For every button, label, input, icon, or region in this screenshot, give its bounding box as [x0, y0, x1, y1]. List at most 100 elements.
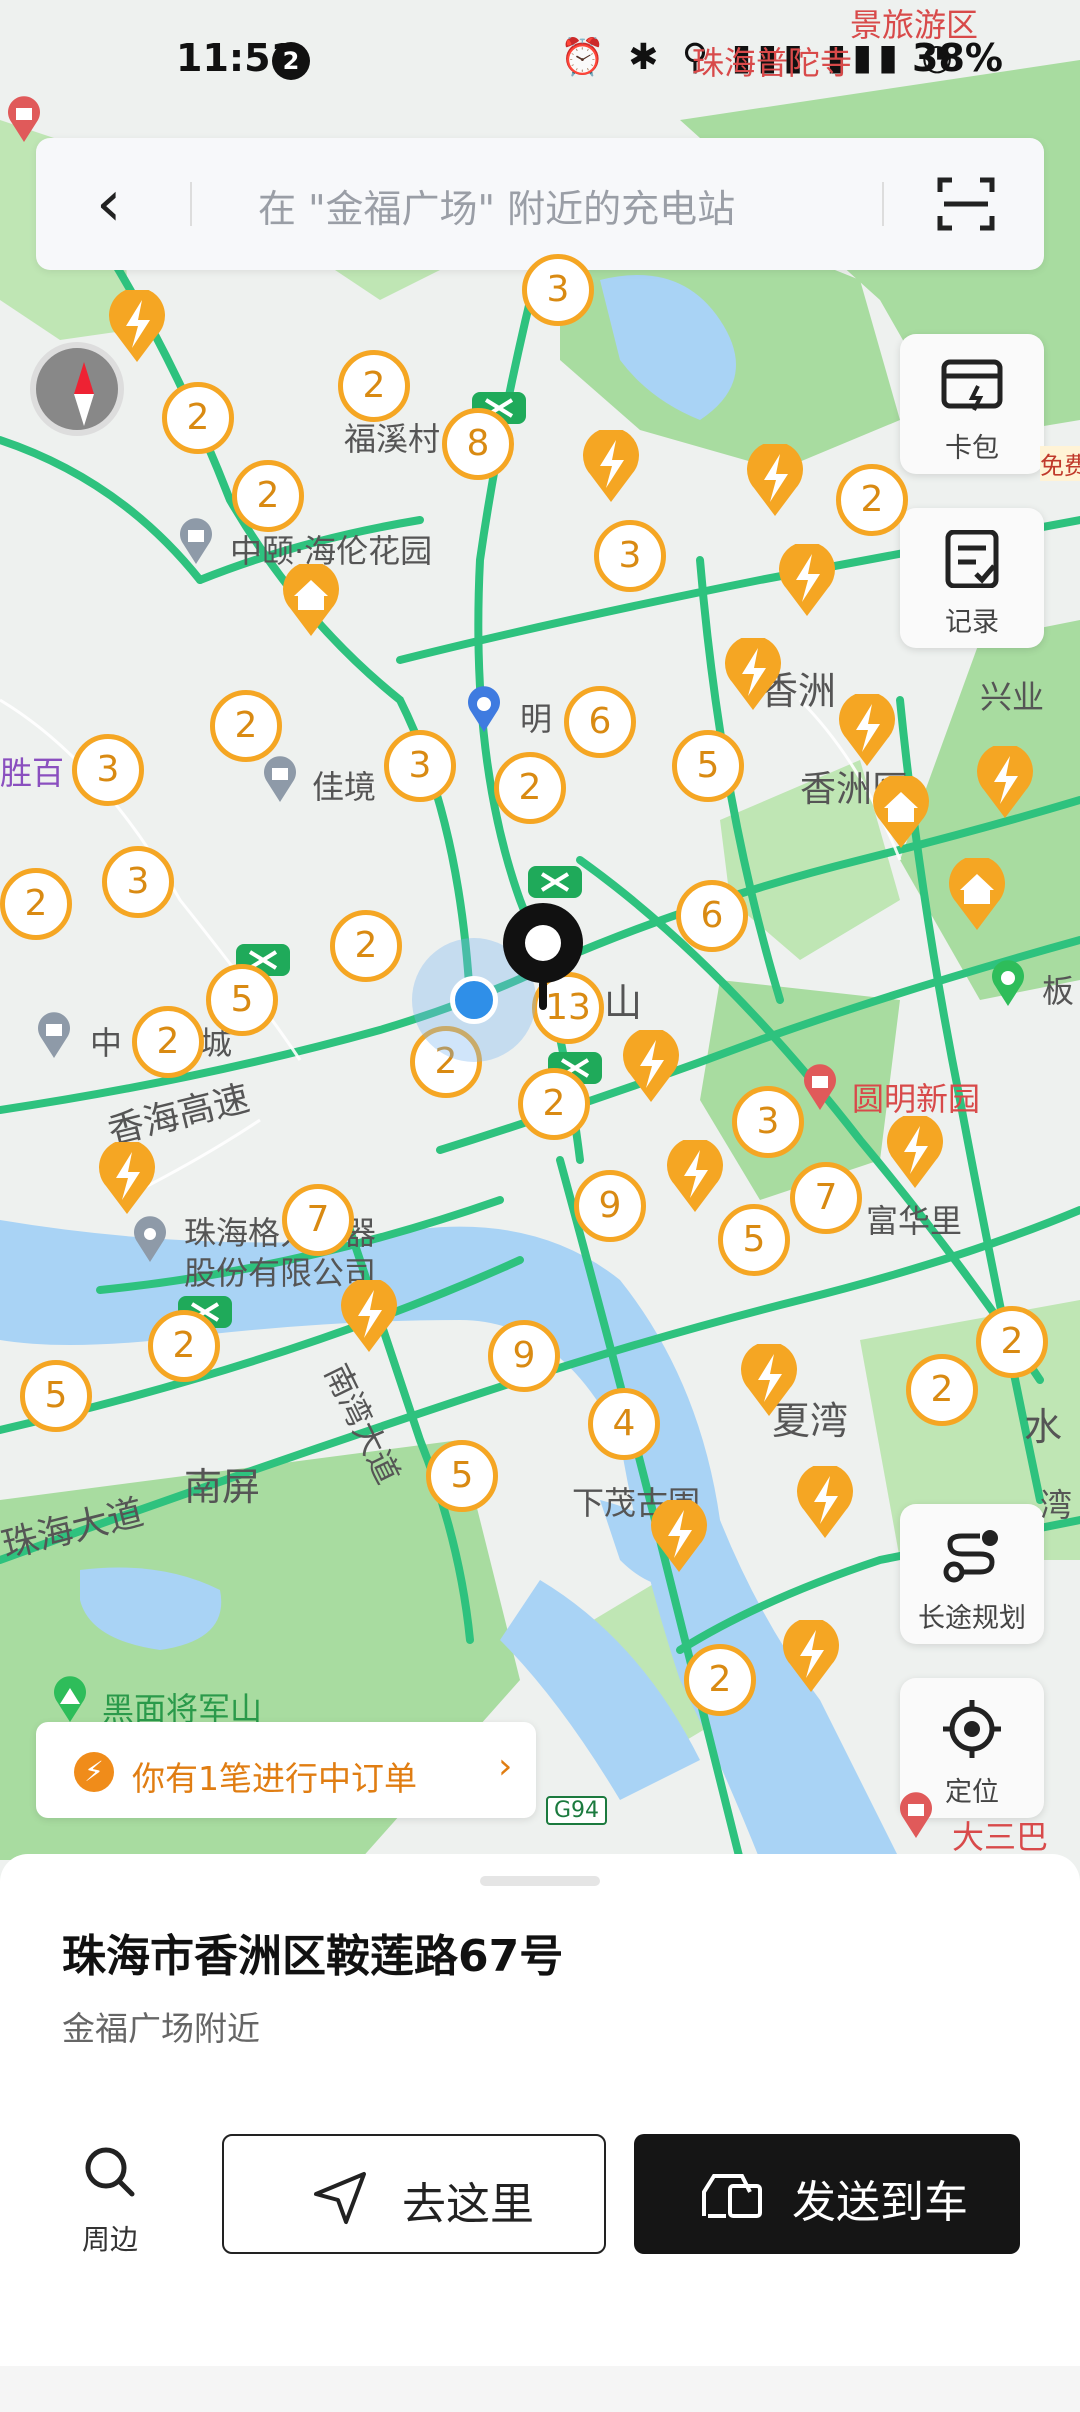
scenic-pin-icon: [7, 96, 40, 142]
charger-cluster[interactable]: 3: [384, 730, 456, 802]
navigation-bar-area: [0, 2366, 1080, 2412]
nearby-button[interactable]: 周边: [70, 2144, 150, 2258]
charging-station-icon[interactable]: [580, 430, 642, 504]
selected-location-pin-icon[interactable]: [498, 898, 588, 1018]
place-label: 明: [520, 700, 553, 738]
home-charger-icon[interactable]: [946, 858, 1008, 932]
charger-cluster[interactable]: 7: [790, 1162, 862, 1234]
search-divider-right: [882, 182, 884, 226]
place-label: 中: [90, 1024, 123, 1062]
send-to-car-label: 发送到车: [792, 2177, 968, 2228]
charger-cluster[interactable]: 3: [732, 1086, 804, 1158]
charging-station-icon[interactable]: [794, 1466, 856, 1540]
back-arrow-icon[interactable]: ‹: [96, 162, 176, 246]
charging-station-icon[interactable]: [776, 544, 838, 618]
place-label: 南屏: [184, 1465, 261, 1509]
navigate-arrow-icon: [314, 2172, 366, 2224]
charging-station-icon[interactable]: [738, 1344, 800, 1418]
scenic-pin-icon: [804, 1064, 836, 1110]
charger-cluster[interactable]: 2: [494, 752, 566, 824]
charging-station-icon[interactable]: [974, 746, 1036, 820]
search-bar[interactable]: ‹ 在 "金福广场" 附近的充电站: [36, 138, 1044, 270]
nearby-label: 周边: [81, 2223, 138, 2256]
charger-cluster[interactable]: 2: [518, 1068, 590, 1140]
address-title: 珠海市香洲区鞍莲路67号: [62, 1931, 564, 1982]
place-label: 湾: [1040, 1486, 1073, 1524]
location-detail-sheet: 珠海市香洲区鞍莲路67号 金福广场附近 周边 去这里 发送到车: [0, 1854, 1080, 2366]
ongoing-order-banner[interactable]: ⚡ 你有1笔进行中订单 ›: [36, 1722, 536, 1818]
charging-station-icon[interactable]: [884, 1116, 946, 1190]
charger-cluster[interactable]: 5: [426, 1440, 498, 1512]
search-input[interactable]: 在 "金福广场" 附近的充电站: [258, 178, 735, 233]
charging-station-icon[interactable]: [106, 290, 168, 364]
poi-pin-icon: [38, 1012, 70, 1058]
charger-cluster[interactable]: 2: [232, 460, 304, 532]
place-label: 板: [1042, 972, 1075, 1010]
charging-station-icon[interactable]: [722, 638, 784, 712]
charger-cluster[interactable]: 8: [442, 408, 514, 480]
place-label: 大三巴: [952, 1818, 1049, 1856]
lightning-icon: ⚡: [74, 1752, 114, 1792]
charger-cluster[interactable]: 4: [588, 1388, 660, 1460]
place-label: 佳境: [312, 768, 377, 806]
scenic-pin-icon: [900, 1792, 932, 1838]
charger-cluster[interactable]: 2: [162, 382, 234, 454]
charger-cluster[interactable]: 2: [338, 350, 410, 422]
charging-station-icon[interactable]: [780, 1620, 842, 1694]
scan-icon[interactable]: [936, 174, 996, 234]
go-here-button[interactable]: 去这里: [222, 2134, 606, 2254]
sheet-drag-handle[interactable]: [480, 1876, 600, 1886]
charger-cluster[interactable]: 6: [676, 880, 748, 952]
charger-cluster[interactable]: 9: [574, 1170, 646, 1242]
wallet-button[interactable]: 卡包: [900, 334, 1044, 474]
card-wallet-icon: [941, 359, 1003, 411]
poi-pin-icon: [134, 1216, 166, 1262]
route-icon: [943, 1530, 998, 1583]
go-here-label: 去这里: [402, 2179, 534, 2230]
search-icon: [85, 2147, 135, 2197]
charger-cluster[interactable]: 2: [148, 1310, 220, 1382]
current-location-dot: [450, 976, 498, 1024]
records-button[interactable]: 记录: [900, 508, 1044, 648]
toll-gate-icon: [528, 866, 582, 898]
charger-cluster[interactable]: 2: [906, 1354, 978, 1426]
charger-cluster[interactable]: 3: [522, 254, 594, 326]
charger-cluster[interactable]: 3: [102, 846, 174, 918]
charger-cluster[interactable]: 5: [20, 1360, 92, 1432]
home-charger-icon[interactable]: [280, 564, 342, 638]
charging-station-icon[interactable]: [620, 1030, 682, 1104]
charger-cluster[interactable]: 9: [488, 1320, 560, 1392]
charging-station-icon[interactable]: [338, 1280, 400, 1354]
highway-badge: G94: [546, 1796, 608, 1825]
charger-cluster[interactable]: 6: [564, 686, 636, 758]
poi-pin-icon: [264, 756, 296, 802]
charger-cluster[interactable]: 2: [836, 464, 908, 536]
charging-station-icon[interactable]: [836, 694, 898, 768]
charger-cluster[interactable]: 5: [206, 964, 278, 1036]
park-pin-icon: [992, 960, 1024, 1006]
records-label: 记录: [945, 607, 999, 638]
charger-cluster[interactable]: 7: [282, 1184, 354, 1256]
home-charger-icon[interactable]: [870, 776, 932, 850]
place-label: 山: [604, 981, 643, 1025]
send-to-car-button[interactable]: 发送到车: [634, 2134, 1020, 2254]
map-view[interactable]: 11:51 2 ⏰ ✱ ⚲ ▮▮▮ ▮▮▮ ◔ 38% ‹ 在 "金福广场" 附…: [0, 0, 1080, 1860]
charging-station-icon[interactable]: [664, 1140, 726, 1214]
charger-cluster[interactable]: 2: [210, 690, 282, 762]
place-label: 圆明新园: [852, 1080, 981, 1118]
route-planning-button[interactable]: 长途规划: [900, 1504, 1044, 1644]
charging-station-icon[interactable]: [744, 444, 806, 518]
charger-cluster[interactable]: 2: [330, 910, 402, 982]
records-icon: [945, 530, 999, 588]
charging-station-icon[interactable]: [96, 1142, 158, 1216]
charger-cluster[interactable]: 3: [72, 734, 144, 806]
wallet-label: 卡包: [945, 433, 999, 464]
charger-cluster[interactable]: 5: [718, 1204, 790, 1276]
charger-cluster[interactable]: 3: [594, 520, 666, 592]
charger-cluster[interactable]: 2: [684, 1644, 756, 1716]
charger-cluster[interactable]: 2: [976, 1306, 1048, 1378]
charger-cluster[interactable]: 5: [672, 730, 744, 802]
charger-cluster[interactable]: 2: [132, 1006, 204, 1078]
charger-cluster[interactable]: 2: [0, 868, 72, 940]
charging-station-icon[interactable]: [648, 1500, 710, 1574]
